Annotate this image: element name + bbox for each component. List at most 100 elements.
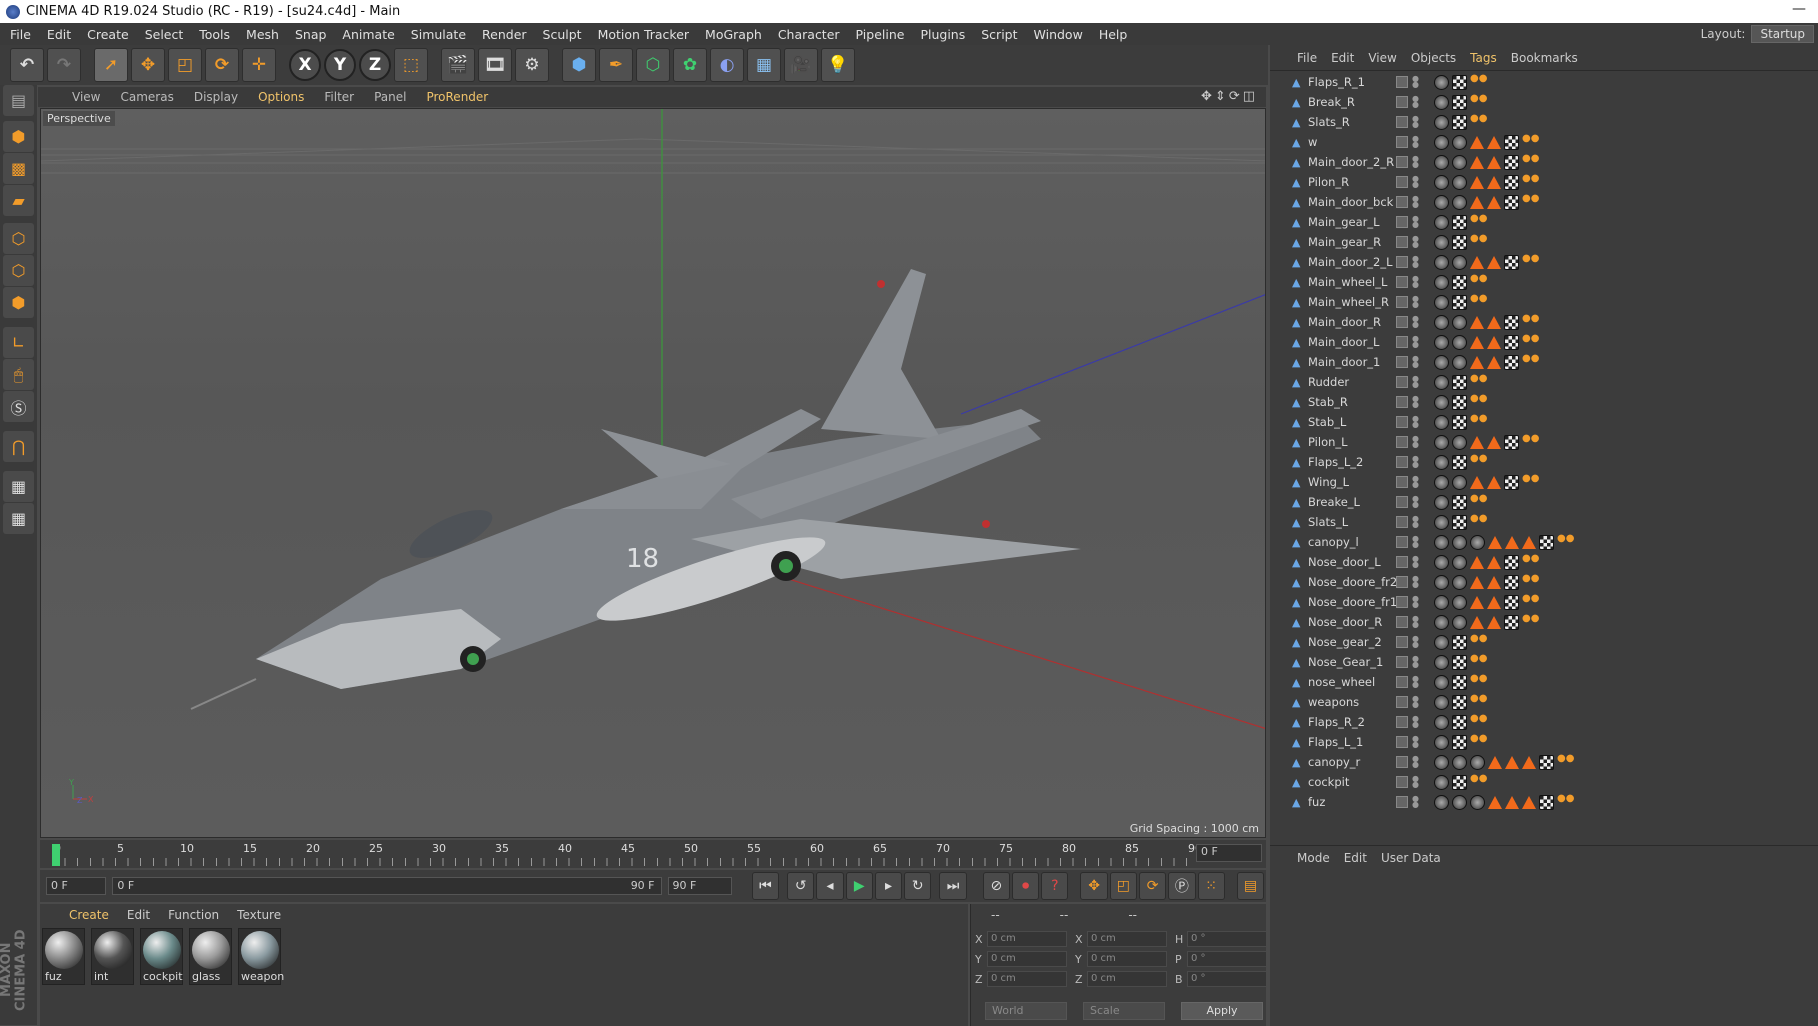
editor-visibility-icon[interactable] bbox=[1396, 716, 1408, 728]
rotation-field[interactable]: 0 ° bbox=[1187, 931, 1267, 947]
menu-window[interactable]: Window bbox=[1026, 27, 1091, 42]
viewport-menu-filter[interactable]: Filter bbox=[314, 90, 364, 104]
object-row[interactable]: ▲ canopy_r ● ● ●● bbox=[1270, 752, 1818, 772]
size-field[interactable]: 0 cm bbox=[1087, 951, 1167, 967]
selection-tag-icon[interactable] bbox=[1487, 135, 1501, 149]
texture-tag-icon[interactable] bbox=[1452, 154, 1467, 170]
render-visibility-dots[interactable]: ● ● bbox=[1412, 695, 1419, 709]
uvw-tag-icon[interactable] bbox=[1452, 774, 1467, 790]
texture-tag-icon[interactable] bbox=[1434, 274, 1449, 290]
editor-visibility-icon[interactable] bbox=[1396, 356, 1408, 368]
selection-tag-icon[interactable] bbox=[1522, 755, 1536, 769]
texture-tag-icon[interactable] bbox=[1434, 74, 1449, 90]
autokeying-icon[interactable]: ⏺ bbox=[1011, 872, 1040, 900]
next-key-button[interactable]: ↻ bbox=[904, 872, 932, 900]
coordinate-space-dropdown[interactable]: World bbox=[985, 1002, 1067, 1020]
phong-tag-icon[interactable]: ●● bbox=[1470, 693, 1487, 710]
render-visibility-dots[interactable]: ● ● bbox=[1412, 775, 1419, 789]
texture-tag-icon[interactable] bbox=[1434, 754, 1449, 770]
point-level-animation-icon[interactable]: ⁙ bbox=[1197, 872, 1225, 900]
selection-tag-icon[interactable] bbox=[1488, 795, 1502, 809]
editor-visibility-icon[interactable] bbox=[1396, 456, 1408, 468]
uvw-tag-icon[interactable] bbox=[1504, 354, 1519, 370]
phong-tag-icon[interactable]: ●● bbox=[1470, 673, 1487, 690]
object-row[interactable]: ▲ nose_wheel ● ● ●● bbox=[1270, 672, 1818, 692]
render-visibility-dots[interactable]: ● ● bbox=[1412, 295, 1419, 309]
menu-snap[interactable]: Snap bbox=[287, 27, 334, 42]
object-row[interactable]: ▲ Main_wheel_R ● ● ●● bbox=[1270, 292, 1818, 312]
texture-tag-icon[interactable] bbox=[1434, 714, 1449, 730]
phong-tag-icon[interactable]: ●● bbox=[1470, 273, 1487, 290]
play-button[interactable]: ▶ bbox=[845, 872, 873, 900]
coordinate-system-icon[interactable]: ⬚ bbox=[394, 48, 428, 82]
current-frame-field[interactable]: 0 F bbox=[1196, 844, 1262, 862]
editor-visibility-icon[interactable] bbox=[1396, 596, 1408, 608]
menu-mograph[interactable]: MoGraph bbox=[697, 27, 770, 42]
axis-mode-icon[interactable]: ∟ bbox=[3, 327, 34, 358]
selection-tag-icon[interactable] bbox=[1488, 755, 1502, 769]
selection-tag-icon[interactable] bbox=[1487, 255, 1501, 269]
selection-tag-icon[interactable] bbox=[1470, 435, 1484, 449]
object-row[interactable]: ▲ Flaps_R_2 ● ● ●● bbox=[1270, 712, 1818, 732]
phong-tag-icon[interactable]: ●● bbox=[1522, 133, 1539, 150]
texture-tag-icon[interactable] bbox=[1434, 174, 1449, 190]
uvw-tag-icon[interactable] bbox=[1452, 414, 1467, 430]
position-field[interactable]: 0 cm bbox=[987, 971, 1067, 987]
texture-tag-icon[interactable] bbox=[1452, 474, 1467, 490]
menu-create[interactable]: Create bbox=[79, 27, 137, 42]
render-visibility-dots[interactable]: ● ● bbox=[1412, 455, 1419, 469]
texture-tag-icon[interactable] bbox=[1434, 94, 1449, 110]
object-row[interactable]: ▲ Break_R ● ● ●● bbox=[1270, 92, 1818, 112]
render-visibility-dots[interactable]: ● ● bbox=[1412, 175, 1419, 189]
object-row[interactable]: ▲ Flaps_R_1 ● ● ●● bbox=[1270, 72, 1818, 92]
menu-mesh[interactable]: Mesh bbox=[238, 27, 287, 42]
texture-tag-icon[interactable] bbox=[1434, 354, 1449, 370]
menu-simulate[interactable]: Simulate bbox=[403, 27, 474, 42]
editor-visibility-icon[interactable] bbox=[1396, 76, 1408, 88]
viewport-menu-panel[interactable]: Panel bbox=[364, 90, 416, 104]
render-visibility-dots[interactable]: ● ● bbox=[1412, 115, 1419, 129]
object-row[interactable]: ▲ Flaps_L_1 ● ● ●● bbox=[1270, 732, 1818, 752]
texture-tag-icon[interactable] bbox=[1434, 254, 1449, 270]
texture-tag-icon[interactable] bbox=[1434, 414, 1449, 430]
selection-tag-icon[interactable] bbox=[1487, 475, 1501, 489]
texture-tag-icon[interactable] bbox=[1434, 794, 1449, 810]
selection-tag-icon[interactable] bbox=[1470, 595, 1484, 609]
editor-visibility-icon[interactable] bbox=[1396, 616, 1408, 628]
deformer-icon[interactable]: ◐ bbox=[710, 48, 744, 82]
render-visibility-dots[interactable]: ● ● bbox=[1412, 515, 1419, 529]
editor-visibility-icon[interactable] bbox=[1396, 736, 1408, 748]
selection-tag-icon[interactable] bbox=[1470, 135, 1484, 149]
menu-sculpt[interactable]: Sculpt bbox=[535, 27, 590, 42]
texture-tag-icon[interactable] bbox=[1434, 434, 1449, 450]
viewport-menu-prorender[interactable]: ProRender bbox=[416, 90, 498, 104]
om-menu-file[interactable]: File bbox=[1290, 51, 1324, 65]
render-visibility-dots[interactable]: ● ● bbox=[1412, 215, 1419, 229]
size-field[interactable]: 0 cm bbox=[1087, 971, 1167, 987]
minimize-button[interactable]: — bbox=[1792, 1, 1806, 17]
timeline-playhead[interactable] bbox=[52, 844, 60, 866]
selection-tag-icon[interactable] bbox=[1470, 175, 1484, 189]
object-row[interactable]: ▲ Main_door_2_L ● ● ●● bbox=[1270, 252, 1818, 272]
position-field[interactable]: 0 cm bbox=[987, 951, 1067, 967]
rotate-tool-icon[interactable]: ⟳ bbox=[205, 48, 239, 82]
render-visibility-dots[interactable]: ● ● bbox=[1412, 575, 1419, 589]
texture-tag-icon[interactable] bbox=[1434, 574, 1449, 590]
selection-tag-icon[interactable] bbox=[1470, 575, 1484, 589]
render-visibility-dots[interactable]: ● ● bbox=[1412, 255, 1419, 269]
phong-tag-icon[interactable]: ●● bbox=[1522, 593, 1539, 610]
render-visibility-dots[interactable]: ● ● bbox=[1412, 335, 1419, 349]
magnet-icon[interactable]: ⋂ bbox=[3, 431, 34, 462]
texture-tag-icon[interactable] bbox=[1470, 534, 1485, 550]
material-swatch[interactable]: weapon bbox=[238, 928, 284, 985]
selection-tag-icon[interactable] bbox=[1470, 315, 1484, 329]
selection-tag-icon[interactable] bbox=[1522, 535, 1536, 549]
render-visibility-dots[interactable]: ● ● bbox=[1412, 355, 1419, 369]
y-axis-lock-button[interactable]: Y bbox=[324, 49, 356, 81]
object-row[interactable]: ▲ Main_door_L ● ● ●● bbox=[1270, 332, 1818, 352]
editor-visibility-icon[interactable] bbox=[1396, 316, 1408, 328]
render-visibility-dots[interactable]: ● ● bbox=[1412, 655, 1419, 669]
phong-tag-icon[interactable]: ●● bbox=[1522, 193, 1539, 210]
scale-key-icon[interactable]: ◰ bbox=[1109, 872, 1137, 900]
texture-tag-icon[interactable] bbox=[1434, 494, 1449, 510]
